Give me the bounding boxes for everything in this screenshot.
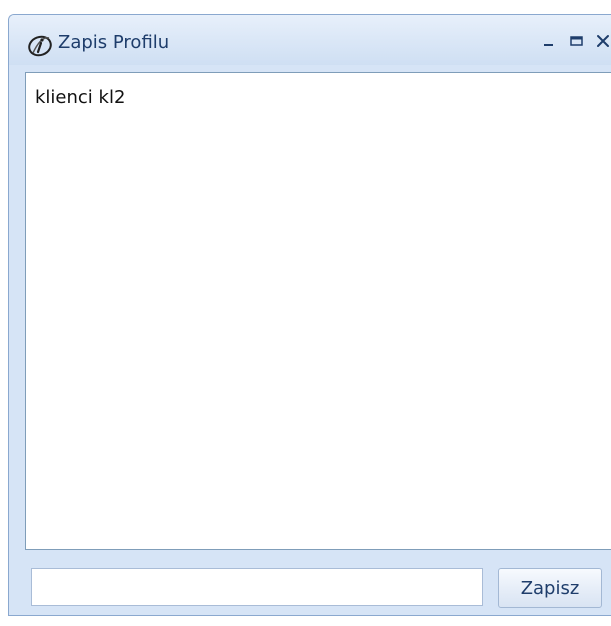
profile-content-area[interactable]: klienci kl2 bbox=[25, 72, 611, 550]
maximize-icon[interactable] bbox=[564, 28, 590, 54]
close-icon[interactable] bbox=[590, 28, 611, 54]
save-button[interactable]: Zapisz bbox=[498, 568, 602, 608]
minimize-icon[interactable] bbox=[536, 28, 562, 54]
app-logo-icon bbox=[27, 32, 53, 58]
title-bar[interactable]: Zapis Profilu bbox=[9, 15, 611, 65]
profile-save-window: Zapis Profilu klienci kl2 Zapisz bbox=[8, 14, 611, 616]
profile-name-input[interactable] bbox=[31, 568, 483, 606]
window-title: Zapis Profilu bbox=[58, 32, 170, 53]
